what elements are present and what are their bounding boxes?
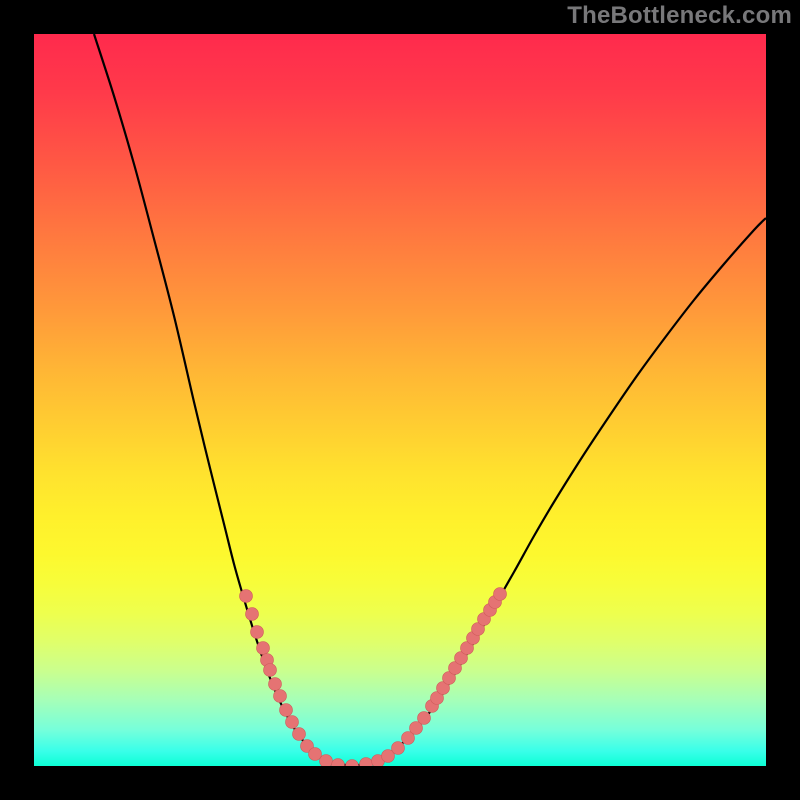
watermark-text: TheBottleneck.com	[567, 2, 792, 30]
gradient-background	[34, 34, 766, 766]
chart-frame: TheBottleneck.com	[0, 0, 800, 800]
plot-area	[34, 34, 766, 766]
